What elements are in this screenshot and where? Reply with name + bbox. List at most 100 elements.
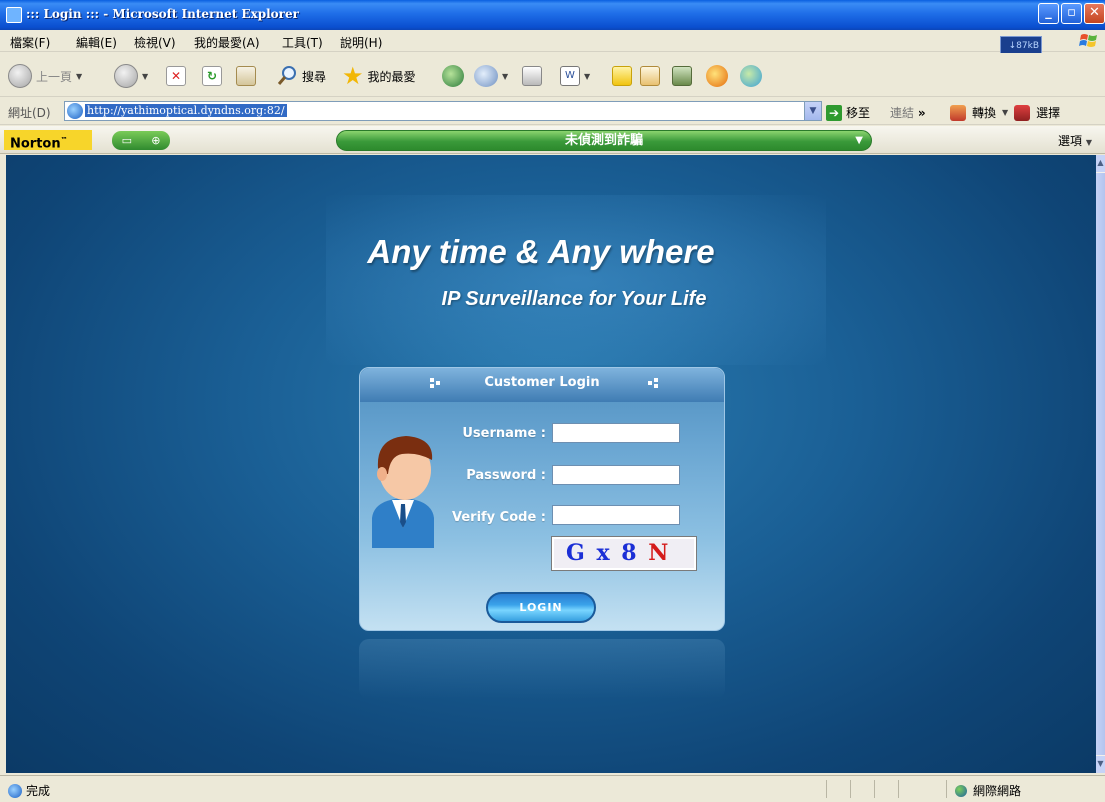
background-glow bbox=[326, 195, 826, 365]
home-icon bbox=[236, 66, 256, 86]
menu-edit[interactable]: 編輯(E) bbox=[76, 34, 117, 51]
menu-file[interactable]: 檔案(F) bbox=[10, 34, 50, 51]
forward-button[interactable]: ▼ bbox=[114, 63, 148, 89]
edit-dropdown-icon[interactable]: ▼ bbox=[584, 72, 590, 81]
stop-icon: ✕ bbox=[166, 66, 186, 86]
mail-dropdown-icon[interactable]: ▼ bbox=[502, 72, 508, 81]
menu-help[interactable]: 說明(H) bbox=[340, 34, 382, 51]
norton-logo[interactable]: Norton™ bbox=[4, 130, 92, 152]
password-label: Password : bbox=[466, 468, 546, 483]
norton-brand: Norton bbox=[10, 136, 61, 152]
back-dropdown-icon[interactable]: ▼ bbox=[76, 72, 82, 81]
pdf-toolbar: 轉換 ▼ 選擇 bbox=[950, 104, 1060, 121]
norton-buttons: ▭ ⊕ bbox=[112, 131, 170, 150]
links-label: 連結 bbox=[890, 106, 915, 120]
globe-icon[interactable]: ⊕ bbox=[151, 134, 160, 147]
login-button[interactable]: LOGIN bbox=[486, 592, 596, 623]
home-button[interactable] bbox=[236, 63, 256, 89]
address-dropdown-icon[interactable]: ▼ bbox=[804, 102, 821, 120]
page-done-icon bbox=[8, 783, 22, 798]
options-dropdown-icon: ▼ bbox=[1085, 138, 1092, 147]
panel-reflection bbox=[359, 639, 725, 699]
mail-button[interactable]: ▼ bbox=[474, 63, 508, 89]
select-button[interactable]: 選擇 bbox=[1036, 104, 1060, 121]
links-button[interactable]: 連結 » bbox=[890, 104, 926, 121]
fraud-status-text: 未偵測到詐騙 bbox=[564, 133, 643, 148]
research-button[interactable] bbox=[640, 63, 660, 89]
menu-view[interactable]: 檢視(V) bbox=[134, 34, 176, 51]
maximize-button[interactable]: ▫ bbox=[1061, 3, 1082, 24]
internet-zone-icon bbox=[955, 784, 967, 797]
refresh-button[interactable]: ↻ bbox=[202, 63, 222, 89]
address-url[interactable]: http://yathimoptical.dyndns.org:82/ bbox=[85, 104, 287, 117]
select-icon bbox=[1014, 104, 1031, 121]
decor-left-icon bbox=[430, 378, 440, 388]
forward-arrow-icon bbox=[114, 64, 138, 88]
standard-toolbar: 上一頁 ▼ ▼ ✕ ↻ 搜尋 ★ 我的最愛 ▼ W ▼ bbox=[0, 53, 1105, 97]
favorites-button[interactable]: ★ 我的最愛 bbox=[342, 63, 416, 89]
links-chevron-icon[interactable]: » bbox=[918, 106, 926, 120]
go-button[interactable]: ➔ 移至 bbox=[826, 104, 870, 121]
password-input[interactable] bbox=[552, 465, 680, 485]
captcha-char: G bbox=[566, 540, 587, 566]
status-bar: 完成 網際網路 bbox=[0, 775, 1105, 802]
status-divider bbox=[850, 780, 851, 798]
scroll-thumb[interactable] bbox=[1096, 173, 1105, 755]
address-label: 網址(D) bbox=[8, 106, 51, 120]
convert-dropdown-icon[interactable]: ▼ bbox=[1002, 108, 1008, 117]
convert-icon bbox=[950, 104, 966, 121]
captcha-char: N bbox=[648, 540, 671, 566]
print-button[interactable] bbox=[522, 63, 542, 89]
history-button[interactable] bbox=[442, 63, 464, 89]
media-button[interactable] bbox=[672, 63, 692, 89]
media-icon bbox=[672, 66, 692, 86]
status-dropdown-icon[interactable]: ▼ bbox=[855, 131, 863, 150]
convert-button[interactable]: 轉換 bbox=[972, 104, 996, 121]
messenger-button[interactable] bbox=[740, 63, 762, 89]
scroll-up-icon[interactable]: ▲ bbox=[1096, 155, 1105, 172]
address-bar: 網址(D) http://yathimoptical.dyndns.org:82… bbox=[0, 98, 1105, 125]
messenger-icon bbox=[740, 65, 762, 87]
history-icon bbox=[442, 65, 464, 87]
page-content: Any time & Any where IP Surveillance for… bbox=[6, 155, 1096, 773]
search-button[interactable]: 搜尋 bbox=[276, 63, 326, 89]
refresh-icon: ↻ bbox=[202, 66, 222, 86]
captcha-image: G x 8 N bbox=[552, 537, 696, 570]
norton-toolbar: Norton™ ▭ ⊕ 未偵測到詐騙 ▼ 選項 ▼ bbox=[0, 126, 1105, 154]
ie-app-icon[interactable] bbox=[6, 7, 22, 23]
status-text: 完成 bbox=[26, 784, 51, 798]
vertical-scrollbar[interactable]: ▲ ▼ bbox=[1096, 155, 1105, 773]
username-label: Username : bbox=[462, 426, 546, 441]
discuss-button[interactable] bbox=[612, 63, 632, 89]
menu-bar: 檔案(F) 編輯(E) 檢視(V) 我的最愛(A) 工具(T) 說明(H) bbox=[0, 30, 1105, 52]
status-divider bbox=[898, 780, 899, 798]
close-button[interactable]: ✕ bbox=[1084, 3, 1105, 24]
verify-code-input[interactable] bbox=[552, 505, 680, 525]
fraud-status-bar[interactable]: 未偵測到詐騙 ▼ bbox=[336, 130, 872, 151]
title-bar: ::: Login ::: - Microsoft Internet Explo… bbox=[0, 0, 1105, 30]
status-divider bbox=[826, 780, 827, 798]
menu-tools[interactable]: 工具(T) bbox=[282, 34, 323, 51]
mail-icon bbox=[474, 65, 498, 87]
monitor-icon[interactable]: ▭ bbox=[122, 134, 132, 147]
real-player-button[interactable] bbox=[706, 63, 728, 89]
scroll-down-icon[interactable]: ▼ bbox=[1096, 756, 1105, 773]
menu-favorites[interactable]: 我的最愛(A) bbox=[194, 34, 260, 51]
stop-button[interactable]: ✕ bbox=[166, 63, 186, 89]
go-arrow-icon: ➔ bbox=[826, 104, 842, 121]
security-zone: 網際網路 bbox=[955, 782, 1021, 799]
norton-options-button[interactable]: 選項 ▼ bbox=[1058, 132, 1092, 149]
options-label: 選項 bbox=[1058, 134, 1083, 148]
back-button[interactable]: 上一頁 ▼ bbox=[8, 63, 82, 89]
window-title: ::: Login ::: - Microsoft Internet Explo… bbox=[26, 7, 299, 21]
minimize-button[interactable]: _ bbox=[1038, 3, 1059, 24]
real-player-icon bbox=[706, 65, 728, 87]
address-input[interactable]: http://yathimoptical.dyndns.org:82/ ▼ bbox=[64, 101, 822, 121]
throughput-label: ↓87kB bbox=[1008, 41, 1039, 51]
edit-button[interactable]: W ▼ bbox=[560, 63, 590, 89]
forward-dropdown-icon[interactable]: ▼ bbox=[142, 72, 148, 81]
login-panel: Customer Login Username : Password : Ver… bbox=[359, 367, 725, 631]
login-header: Customer Login bbox=[360, 368, 724, 402]
note-icon bbox=[612, 66, 632, 86]
username-input[interactable] bbox=[552, 423, 680, 443]
